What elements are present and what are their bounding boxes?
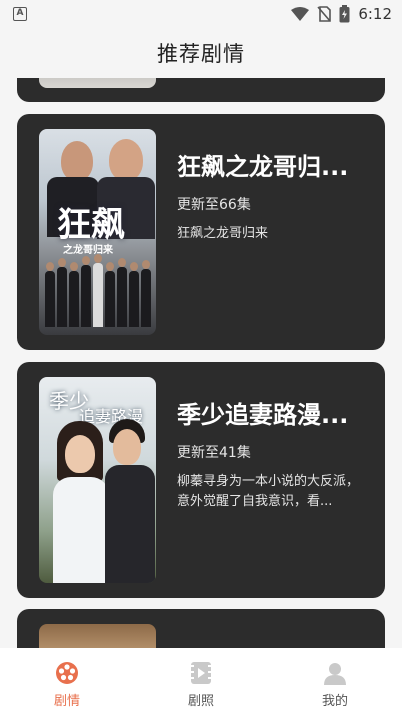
drama-title: 狂飙之龙哥归... [177, 153, 349, 181]
poster-subtitle: 之龙哥归来 [63, 245, 113, 256]
tab-label: 我的 [321, 694, 348, 709]
app-header: 推荐剧情 [0, 28, 402, 78]
drama-card-partial-bottom[interactable] [17, 609, 385, 648]
poster-title: 狂飙 [57, 205, 125, 245]
bottom-tab-bar: 剧情 剧照 我的 [0, 648, 402, 714]
page-title: 推荐剧情 [157, 42, 245, 66]
status-bar: A 6:12 [0, 0, 402, 28]
film-reel-icon [56, 662, 78, 684]
drama-card[interactable]: 季少 追妻路漫漫 季少追妻路漫... 更新至41集 柳蓁寻身为一本小说的大反派，… [17, 362, 385, 598]
drama-poster: 季少 追妻路漫漫 [39, 377, 156, 583]
drama-description: 狂飙之龙哥归来 [177, 226, 269, 241]
photo-film-icon [191, 662, 211, 684]
tab-profile[interactable]: 我的 [268, 648, 402, 714]
battery-charging-icon [339, 5, 350, 23]
drama-list[interactable]: 狂飙 之龙哥归来 狂飙之龙哥归... 更新至66集 狂飙之龙哥归来 季少 追妻路… [0, 78, 402, 648]
drama-description: 柳蓁寻身为一本小说的大反派，意外觉醒了自我意识，看... [177, 474, 360, 509]
drama-poster: 狂飙 之龙哥归来 [39, 129, 156, 335]
drama-episode-count: 更新至41集 [177, 445, 251, 461]
tab-label: 剧情 [53, 694, 80, 709]
no-sim-icon [317, 6, 332, 22]
drama-card-partial-top[interactable] [17, 78, 385, 102]
tab-label: 剧照 [187, 694, 214, 709]
drama-episode-count: 更新至66集 [177, 197, 251, 213]
user-icon [324, 663, 346, 685]
drama-poster [39, 624, 156, 648]
tab-drama[interactable]: 剧情 [0, 648, 134, 714]
status-time: 6:12 [358, 5, 392, 23]
tab-stills[interactable]: 剧照 [134, 648, 268, 714]
wifi-icon [291, 7, 310, 21]
drama-poster [39, 78, 156, 88]
notification-icon: A [13, 7, 27, 21]
drama-title: 季少追妻路漫... [177, 401, 349, 429]
drama-card[interactable]: 狂飙 之龙哥归来 狂飙之龙哥归... 更新至66集 狂飙之龙哥归来 [17, 114, 385, 350]
